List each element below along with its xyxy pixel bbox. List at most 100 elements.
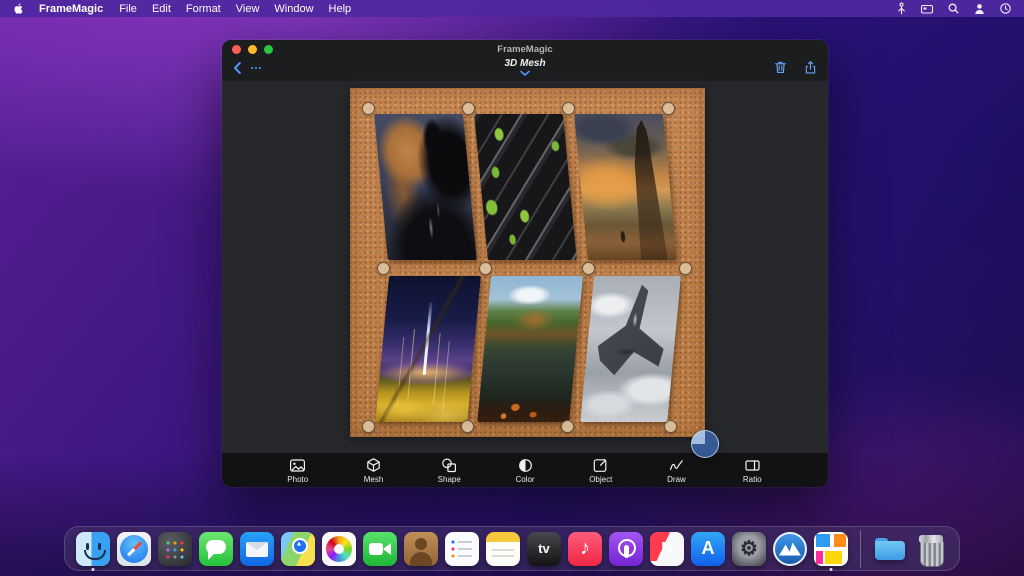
menu-file[interactable]: File	[119, 3, 137, 15]
dock-mail-icon[interactable]	[240, 532, 274, 566]
trash-icon[interactable]	[773, 60, 788, 75]
dock-launchpad-icon[interactable]	[158, 532, 192, 566]
photo-fighter-jet[interactable]	[580, 276, 681, 422]
navbar-actions	[773, 60, 818, 75]
dock-mail-icon[interactable]	[240, 532, 274, 566]
desktop: FrameMagic File Edit Format View Window Help	[0, 0, 1024, 576]
dock-photos-icon[interactable]	[322, 532, 356, 566]
clock-icon[interactable]	[998, 2, 1012, 16]
toolbar-color[interactable]: Color	[499, 457, 551, 484]
dock-notes-icon[interactable]	[486, 532, 520, 566]
dock-finder-icon[interactable]	[76, 532, 110, 566]
menubar-app-name[interactable]: FrameMagic	[39, 3, 103, 15]
menu-edit[interactable]: Edit	[152, 3, 171, 15]
dock-app-store-icon[interactable]: A	[691, 532, 725, 566]
user-switch-icon[interactable]	[972, 2, 986, 16]
mesh-handle[interactable]	[362, 102, 375, 115]
dock-system-preferences-icon[interactable]: ⚙	[732, 532, 766, 566]
menu-format[interactable]: Format	[186, 3, 221, 15]
apple-menu-icon[interactable]	[12, 2, 25, 15]
dock-app-store-icon[interactable]: A	[691, 532, 725, 566]
toolbar-object[interactable]: Object	[575, 457, 627, 484]
mesh-handle[interactable]	[561, 420, 574, 433]
dock: tv♪ NA⚙	[64, 526, 960, 571]
mesh-handle[interactable]	[479, 262, 492, 275]
running-indicator	[92, 568, 95, 571]
search-icon[interactable]	[946, 2, 960, 16]
dock-framemagic-icon[interactable]	[814, 532, 848, 566]
dock-podcasts-icon[interactable]	[609, 532, 643, 566]
dock-maps-icon[interactable]	[281, 532, 315, 566]
dock-podcasts-icon[interactable]	[609, 532, 643, 566]
dock-music-icon[interactable]: ♪	[568, 532, 602, 566]
dock-maps-icon[interactable]	[281, 532, 315, 566]
mesh-handle[interactable]	[377, 262, 390, 275]
mesh-handle[interactable]	[664, 420, 677, 433]
mesh-handle[interactable]	[662, 102, 675, 115]
toolbar-photo[interactable]: Photo	[272, 457, 324, 484]
dock-news-icon[interactable]: N	[650, 532, 684, 566]
appstore-glyph: A	[691, 532, 725, 566]
dock-downloads-folder-icon[interactable]	[873, 532, 907, 566]
menubar-status-icons	[894, 2, 1012, 16]
dock-tv-icon[interactable]: tv	[527, 532, 561, 566]
photo-venom-artwork[interactable]	[374, 114, 477, 260]
chevron-down-icon[interactable]	[222, 70, 828, 77]
toolbar-shape[interactable]: Shape	[423, 457, 475, 484]
framemagic-window: FrameMagic … 3D Mesh	[222, 40, 828, 487]
photo-dubai-skyline-night[interactable]	[375, 276, 481, 422]
dock-system-preferences-icon[interactable]: ⚙	[732, 532, 766, 566]
photo-fantasy-tower[interactable]	[574, 114, 677, 260]
dock-divider	[860, 530, 861, 568]
dock-messages-icon[interactable]	[199, 532, 233, 566]
window-titlebar[interactable]: FrameMagic	[222, 40, 828, 57]
dock-trash-icon[interactable]	[914, 532, 948, 566]
dock-finder-icon[interactable]	[76, 532, 110, 566]
dock-mountain-circle-app-icon[interactable]	[773, 532, 807, 566]
toolbar-mesh-label: Mesh	[364, 475, 384, 484]
dock-reminders-icon[interactable]	[445, 532, 479, 566]
dock-photos-icon[interactable]	[322, 532, 356, 566]
mesh-handle[interactable]	[461, 420, 474, 433]
running-indicator	[830, 568, 833, 571]
dock-downloads-folder-icon[interactable]	[873, 532, 907, 566]
toolbar-mesh[interactable]: Mesh	[348, 457, 400, 484]
toolbar-object-label: Object	[589, 475, 612, 484]
dock-framemagic-icon[interactable]	[814, 532, 848, 566]
mesh-handle[interactable]	[679, 262, 692, 275]
dock-news-icon[interactable]: N	[650, 532, 684, 566]
toolbar-draw[interactable]: Draw	[651, 457, 703, 484]
dock-safari-icon[interactable]	[117, 532, 151, 566]
touch-pointer[interactable]	[691, 430, 719, 458]
dock-contacts-icon[interactable]	[404, 532, 438, 566]
mesh-handle[interactable]	[562, 102, 575, 115]
window-navbar: … 3D Mesh	[222, 57, 828, 81]
editor-canvas[interactable]	[222, 81, 828, 453]
toolbar-ratio[interactable]: Ratio	[726, 457, 778, 484]
dock-notes-icon[interactable]	[486, 532, 520, 566]
mesh-handle[interactable]	[362, 420, 375, 433]
mesh-handle[interactable]	[462, 102, 475, 115]
dock-messages-icon[interactable]	[199, 532, 233, 566]
dock-facetime-icon[interactable]	[363, 532, 397, 566]
dock-facetime-icon[interactable]	[363, 532, 397, 566]
share-icon[interactable]	[803, 60, 818, 75]
dock-trash-icon[interactable]	[914, 532, 948, 566]
dock-mountain-circle-app-icon[interactable]	[773, 532, 807, 566]
dock-tv-icon[interactable]: tv	[527, 532, 561, 566]
menu-view[interactable]: View	[236, 3, 260, 15]
photo-mountain-lake-reflection[interactable]	[477, 276, 583, 422]
dock-music-icon[interactable]: ♪	[568, 532, 602, 566]
photo-macro-green-buds[interactable]	[474, 114, 577, 260]
display-icon[interactable]	[920, 2, 934, 16]
corkboard[interactable]	[350, 88, 705, 437]
toolbar-draw-label: Draw	[667, 475, 686, 484]
locator-icon[interactable]	[894, 2, 908, 16]
dock-reminders-icon[interactable]	[445, 532, 479, 566]
menu-window[interactable]: Window	[274, 3, 313, 15]
dock-launchpad-icon[interactable]	[158, 532, 192, 566]
dock-contacts-icon[interactable]	[404, 532, 438, 566]
menu-help[interactable]: Help	[329, 3, 352, 15]
dock-safari-icon[interactable]	[117, 532, 151, 566]
mesh-handle[interactable]	[582, 262, 595, 275]
